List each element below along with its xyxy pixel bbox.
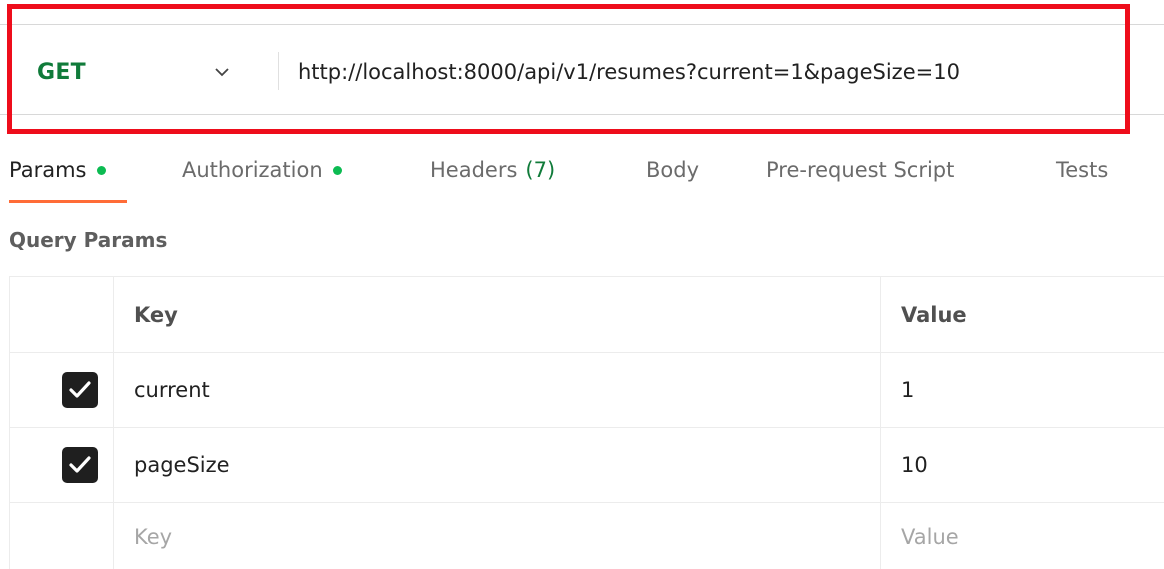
url-input[interactable] [298,56,1128,88]
tab-params-label: Params [9,158,87,182]
url-divider [278,52,279,90]
tab-pre-request-script[interactable]: Pre-request Script [766,150,954,190]
header-value: Value [880,276,1164,353]
table-row: pageSize 10 [9,427,1164,503]
checkmark-icon [68,456,91,473]
tab-headers-label: Headers [430,158,518,182]
check-cell [9,427,114,503]
param-checkbox[interactable] [61,447,98,483]
request-editor: GET Params Authorization Headers (7) Bod… [0,0,1164,569]
params-status-dot [96,165,106,175]
table-row: current 1 [9,352,1164,428]
authorization-status-dot [332,165,342,175]
request-tabs: Params Authorization Headers (7) Body Pr… [0,150,1164,208]
headers-count: (7) [525,158,556,182]
param-key-cell[interactable]: current [113,352,881,428]
table-header-row: Key Value [9,276,1164,353]
method-label: GET [37,59,86,85]
param-checkbox[interactable] [61,372,98,408]
param-key-cell[interactable]: pageSize [113,427,881,503]
param-value-cell[interactable]: 1 [880,352,1164,428]
new-value-input[interactable]: Value [880,502,1164,569]
method-select[interactable]: GET [37,58,237,86]
tab-body[interactable]: Body [646,150,699,190]
header-key: Key [113,276,881,353]
tab-tests[interactable]: Tests [1056,150,1108,190]
tab-params[interactable]: Params [9,150,106,190]
header-check-cell [9,276,114,353]
query-params-title: Query Params [9,228,168,252]
empty-check-cell [9,502,114,569]
tab-authorization-label: Authorization [182,158,323,182]
active-tab-underline [9,200,127,203]
param-value-cell[interactable]: 10 [880,427,1164,503]
tab-pre-request-script-label: Pre-request Script [766,158,955,182]
new-key-input[interactable]: Key [113,502,881,569]
chevron-down-icon[interactable] [212,62,232,82]
tab-headers[interactable]: Headers (7) [430,150,555,190]
tab-body-label: Body [646,158,700,182]
query-params-table: Key Value current 1 pageSize 10 Key Valu… [9,276,1164,569]
checkmark-icon [68,381,91,398]
empty-param-row: Key Value [9,502,1164,569]
tab-authorization[interactable]: Authorization [182,150,342,190]
check-cell [9,352,114,428]
tab-tests-label: Tests [1056,158,1109,182]
